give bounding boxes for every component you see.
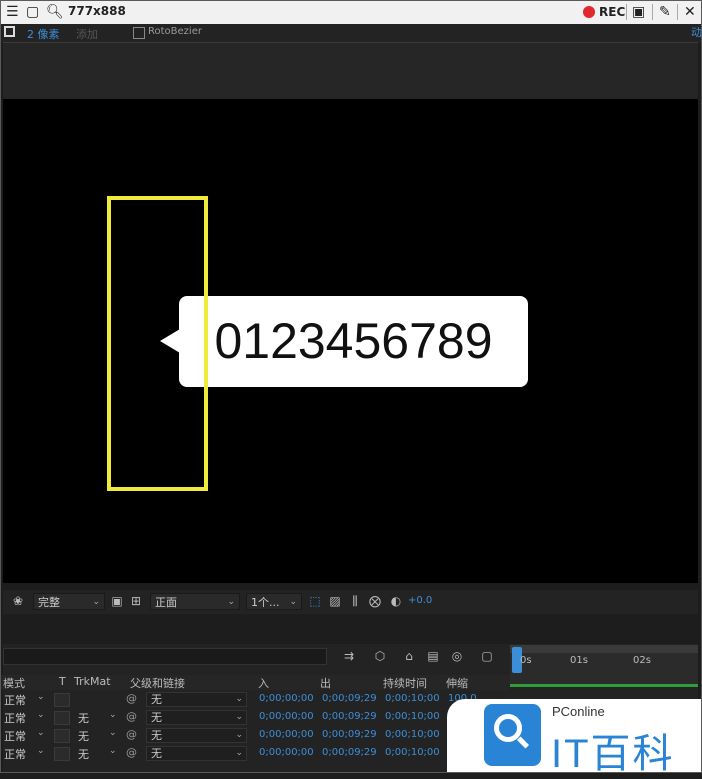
window-frame bbox=[0, 0, 702, 773]
